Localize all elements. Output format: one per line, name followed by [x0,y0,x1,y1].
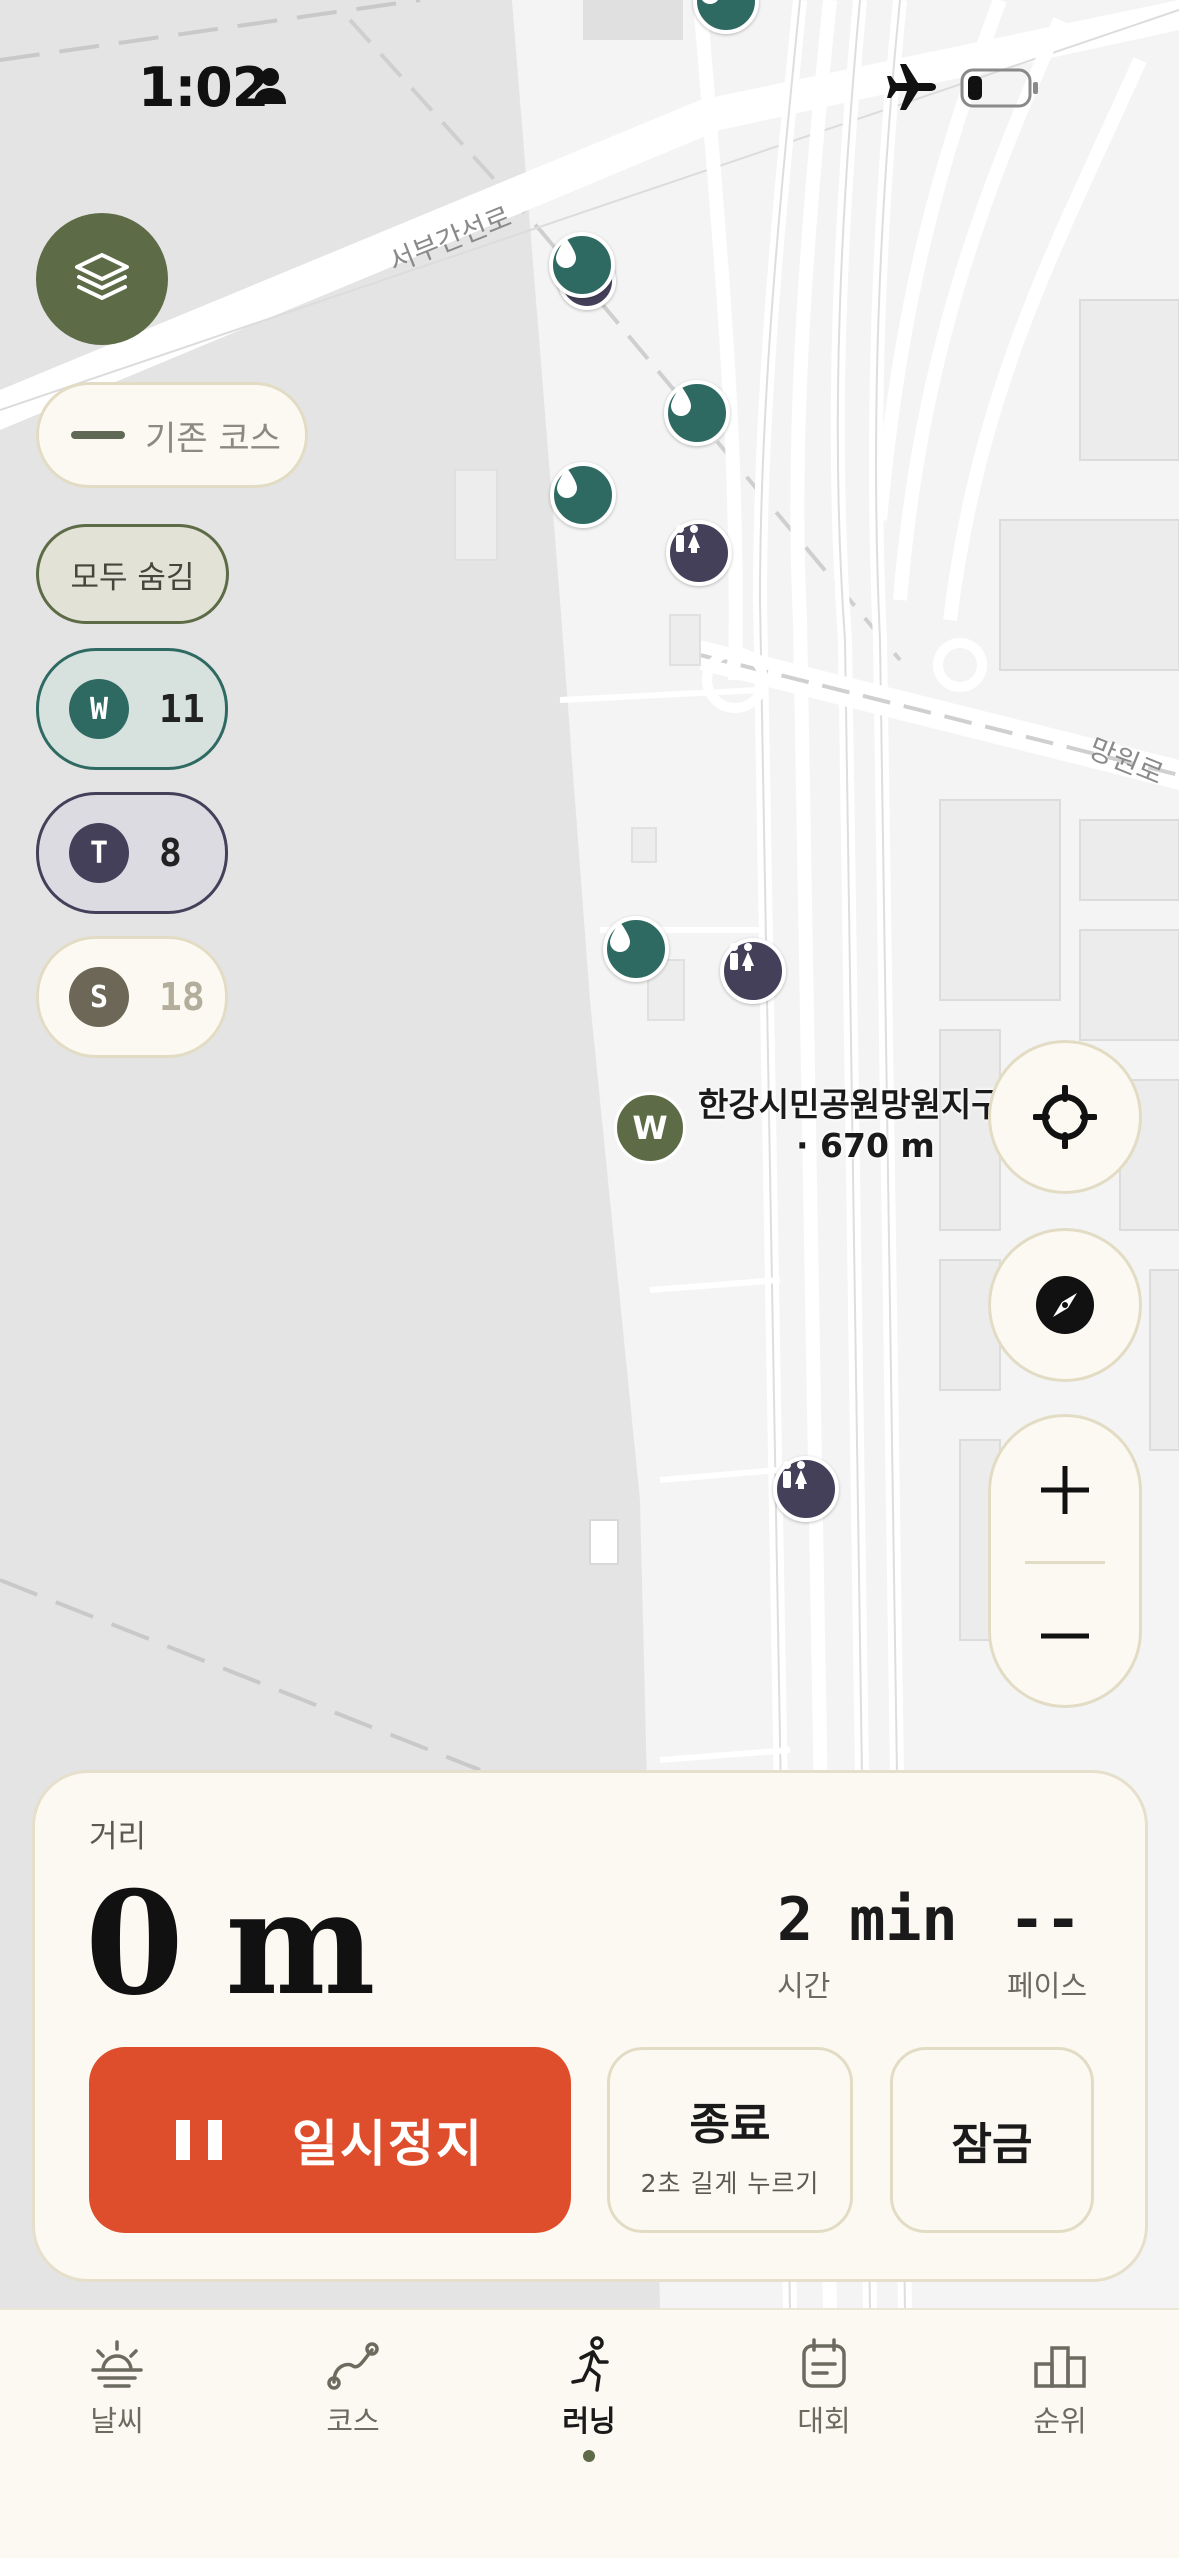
pace-label: 페이스 [1007,1969,1088,2003]
weather-icon [91,2340,143,2388]
water-drop-icon [610,922,630,952]
tab-course[interactable]: 코스 [283,2336,423,2496]
water-drop-icon [671,386,691,416]
plus-icon [1041,1466,1089,1514]
zoom-control [988,1414,1142,1708]
end-label: 종료 [689,2099,771,2150]
battery-icon [960,68,1038,108]
minus-icon [1041,1633,1089,1639]
tab-course-label: 코스 [326,2404,380,2438]
lock-button[interactable]: 잠금 [890,2047,1094,2233]
water-drop-icon [702,0,718,4]
place-distance: · 670 m [796,1126,935,1165]
layers-icon [75,253,129,300]
hide-all-button[interactable]: 모두 숨김 [36,524,229,624]
toilet-icon [676,525,700,553]
time-label: 시간 [777,1969,831,2003]
pause-button[interactable]: 일시정지 [89,2047,571,2233]
place-name[interactable]: 한강시민공원망원지구 [698,1084,1002,1126]
pace-value: -- [1009,1885,1082,1955]
distance-value: 0 m [85,1861,375,2027]
water-drop-icon [556,238,576,268]
tab-running[interactable]: 러닝 [519,2336,659,2496]
pause-label: 일시정지 [292,2115,484,2173]
calendar-icon [802,2338,846,2388]
tab-running-label: 러닝 [562,2404,616,2438]
toilet-marker[interactable] [666,520,732,586]
my-location-button[interactable] [988,1040,1142,1194]
end-hint: 2초 길게 누르기 [640,2169,820,2198]
water-marker[interactable] [549,232,615,298]
filter-store[interactable]: S 18 [36,936,228,1058]
toilet-marker[interactable] [720,938,786,1004]
tab-weather-label: 날씨 [90,2404,144,2438]
existing-course-toggle[interactable]: 기존 코스 [36,382,308,488]
compass-icon [1036,1276,1094,1334]
tab-ranking-label: 순위 [1033,2404,1087,2438]
running-icon [571,2336,609,2392]
course-line-icon [71,431,125,439]
zoom-in-button[interactable] [991,1417,1139,1563]
tab-bar: 날씨 코스 러닝 대회 순위 [0,2308,1179,2558]
filter-toilet-count: 8 [159,831,182,875]
tab-races[interactable]: 대회 [754,2336,894,2496]
toilet-marker[interactable] [773,1456,839,1522]
end-button[interactable]: 종료 2초 길게 누르기 [607,2047,853,2233]
toilet-icon [730,943,754,971]
water-marker[interactable] [603,916,669,982]
run-panel: 거리 0 m 2 min 시간 -- 페이스 일시정지 종료 2초 길게 누르기… [32,1770,1148,2282]
crosshair-icon [1033,1085,1097,1149]
filter-water[interactable]: W 11 [36,648,228,770]
place-marker-w[interactable]: W [614,1092,686,1164]
filter-water-badge: W [69,679,129,739]
tab-races-label: 대회 [797,2404,851,2438]
airplane-icon [887,64,936,110]
active-tab-indicator [583,2450,595,2462]
filter-water-count: 11 [159,687,205,731]
distance-label: 거리 [89,1819,147,1855]
layers-button[interactable] [36,213,168,345]
person-icon [254,68,286,104]
tab-weather[interactable]: 날씨 [47,2336,187,2496]
water-marker[interactable] [664,380,730,446]
water-marker[interactable] [550,462,616,528]
filter-store-badge: S [69,967,129,1027]
pause-icon [176,2120,222,2160]
ranking-icon [1034,2346,1086,2388]
filter-store-count: 18 [159,975,205,1019]
filter-toilet-badge: T [69,823,129,883]
toilet-icon [783,1461,807,1489]
existing-course-label: 기존 코스 [145,418,281,459]
filter-toilet[interactable]: T 8 [36,792,228,914]
water-drop-icon [557,468,577,498]
status-time: 1:02 [138,56,269,119]
time-value: 2 min [777,1885,958,1955]
zoom-out-button[interactable] [991,1563,1139,1709]
tab-ranking[interactable]: 순위 [990,2336,1130,2496]
course-icon [327,2342,379,2390]
compass-button[interactable] [988,1228,1142,1382]
